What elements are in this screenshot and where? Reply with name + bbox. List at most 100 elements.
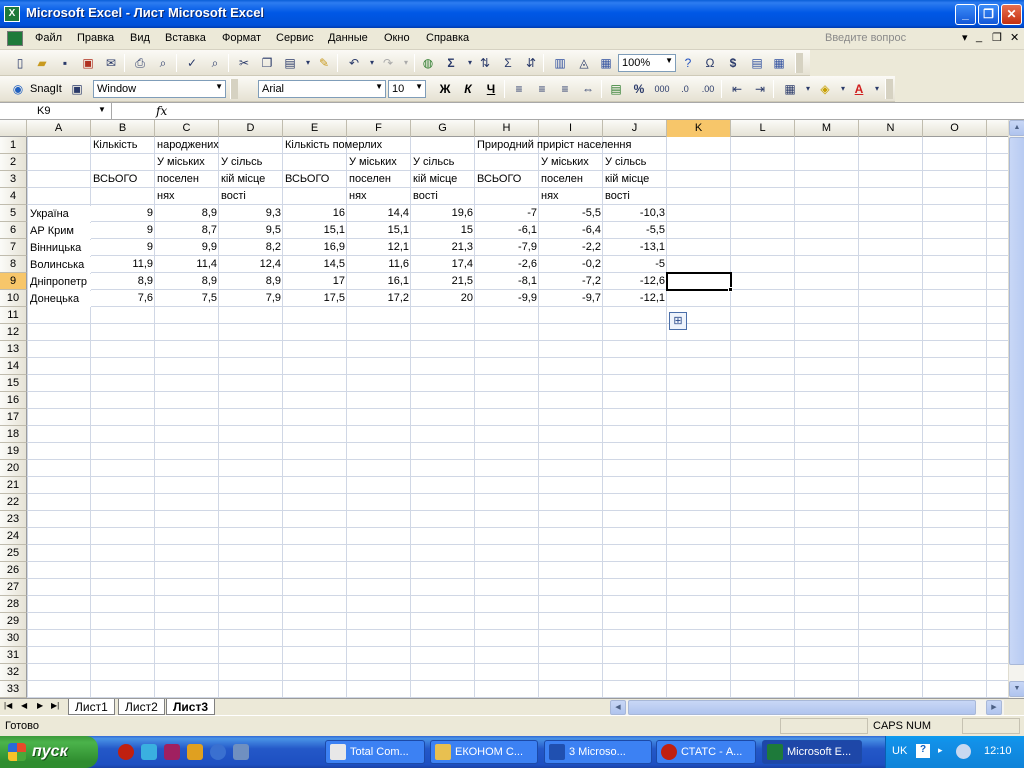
bold-icon[interactable]: Ж [437,81,453,97]
sheet-tab-2[interactable]: Лист2 [118,699,165,715]
header-cell[interactable]: нях [539,188,561,205]
merge-center-icon[interactable]: ⇔ [580,81,596,97]
task-word[interactable]: 3 Microso... [544,740,652,764]
row-header[interactable]: 26 [0,562,27,579]
increase-decimal-icon[interactable]: .0 [677,81,693,97]
header-cell[interactable]: У міських [539,154,591,171]
restore-button[interactable]: ❐ [978,4,999,25]
header-cell[interactable]: У сільсь [411,154,456,171]
row-header[interactable]: 32 [0,664,27,681]
snagit-capture-icon[interactable]: ▣ [69,81,85,97]
row-header[interactable]: 23 [0,511,27,528]
currency-icon[interactable]: $ [725,55,741,71]
value-cell[interactable]: 9,3 [219,205,283,222]
value-cell[interactable]: 12,4 [219,256,283,273]
header-cell[interactable]: Природний приріст населення [475,137,633,154]
value-cell[interactable]: 17,2 [347,290,411,307]
column-header[interactable]: C [155,120,219,137]
sheet-tab-1[interactable]: Лист1 [68,699,115,715]
currency-format-icon[interactable]: ▤ [608,81,624,97]
italic-icon[interactable]: К [460,81,476,97]
doc-minimize-button[interactable]: _ [976,31,982,43]
value-cell[interactable]: 11,6 [347,256,411,273]
header-cell[interactable]: кій місце [219,171,267,188]
region-cell[interactable]: АР Крим [28,223,91,239]
row-header[interactable]: 31 [0,647,27,664]
value-cell[interactable]: 20 [411,290,475,307]
horizontal-scrollbar[interactable]: ◀ ▶ [610,700,1004,715]
value-cell[interactable]: 8,9 [155,205,219,222]
toolbar-options-icon[interactable] [230,79,238,99]
align-left-icon[interactable]: ≡ [511,81,527,97]
decrease-decimal-icon[interactable]: .00 [700,81,716,97]
value-cell[interactable]: -7,2 [539,273,603,290]
column-header[interactable]: F [347,120,411,137]
name-box[interactable]: K9 [2,103,112,120]
scroll-left-icon[interactable]: ◀ [610,700,626,715]
prev-sheet-icon[interactable]: ◀ [21,701,27,710]
value-cell[interactable]: 14,4 [347,205,411,222]
zoom-select[interactable]: 100% ▼ [618,54,676,72]
underline-icon[interactable]: Ч [483,81,499,97]
selected-cell[interactable] [666,272,732,291]
app-icon[interactable] [233,744,249,760]
column-header[interactable]: L [731,120,795,137]
chart-wizard-icon[interactable]: ▥ [552,55,568,71]
header-cell[interactable]: кій місце [603,171,651,188]
value-cell[interactable]: -2,2 [539,239,603,256]
value-cell[interactable]: 15,1 [347,222,411,239]
row-header[interactable]: 18 [0,426,27,443]
language-indicator[interactable]: UK [892,745,907,757]
column-header[interactable]: I [539,120,603,137]
column-header[interactable]: N [859,120,923,137]
toolbar-options-icon[interactable] [795,53,803,73]
next-sheet-icon[interactable]: ▶ [37,701,43,710]
menu-file[interactable]: Файл [35,32,62,44]
redo-icon[interactable]: ↷ [380,55,396,71]
value-cell[interactable]: -6,4 [539,222,603,239]
column-header[interactable]: A [27,120,91,137]
row-header[interactable]: 27 [0,579,27,596]
capture-mode-select[interactable]: Window ▼ [93,80,226,98]
header-cell[interactable]: ВСЬОГО [475,171,523,188]
row-header[interactable]: 9 [0,273,27,290]
row-header[interactable]: 25 [0,545,27,562]
font-color-icon[interactable]: A [851,81,867,97]
excel-icon[interactable]: X [4,6,20,22]
value-cell[interactable]: 16,9 [283,239,347,256]
header-cell[interactable]: вості [411,188,440,205]
help-dropdown-icon[interactable]: ▾ [962,31,968,44]
row-header[interactable]: 19 [0,443,27,460]
value-cell[interactable]: 9,9 [155,239,219,256]
media-player-icon[interactable] [210,744,226,760]
header-cell[interactable]: кій місце [411,171,459,188]
row-header[interactable]: 16 [0,392,27,409]
start-button[interactable]: пуск [0,736,98,768]
value-cell[interactable]: 16,1 [347,273,411,290]
font-size-select[interactable]: 10 ▼ [388,80,426,98]
snagit-icon[interactable]: ◉ [10,81,26,97]
doc-restore-button[interactable]: ❐ [992,31,1002,44]
font-name-select[interactable]: Arial ▼ [258,80,386,98]
fill-handle[interactable] [728,287,733,292]
value-cell[interactable]: 17,4 [411,256,475,273]
increase-indent-icon[interactable]: ⇥ [752,81,768,97]
value-cell[interactable]: -9,9 [475,290,539,307]
fill-color-icon[interactable]: ◈ [817,81,833,97]
horizontal-scroll-thumb[interactable] [628,700,976,715]
value-cell[interactable]: 9 [91,205,155,222]
value-cell[interactable]: -7,9 [475,239,539,256]
font-color-dropdown-icon[interactable]: ▾ [869,81,885,97]
row-header[interactable]: 6 [0,222,27,239]
header-cell[interactable]: ВСЬОГО [283,171,331,188]
header-cell[interactable]: вості [603,188,632,205]
row-header[interactable]: 28 [0,596,27,613]
select-all-button[interactable] [0,120,27,137]
header-cell[interactable]: Кількість [91,137,140,154]
open-icon[interactable]: ▰ [34,55,50,71]
header-cell[interactable]: У міських [155,154,207,171]
row-header[interactable]: 30 [0,630,27,647]
header-cell[interactable]: поселен [155,171,201,188]
row-header[interactable]: 10 [0,290,27,307]
align-center-icon[interactable]: ≡ [534,81,550,97]
